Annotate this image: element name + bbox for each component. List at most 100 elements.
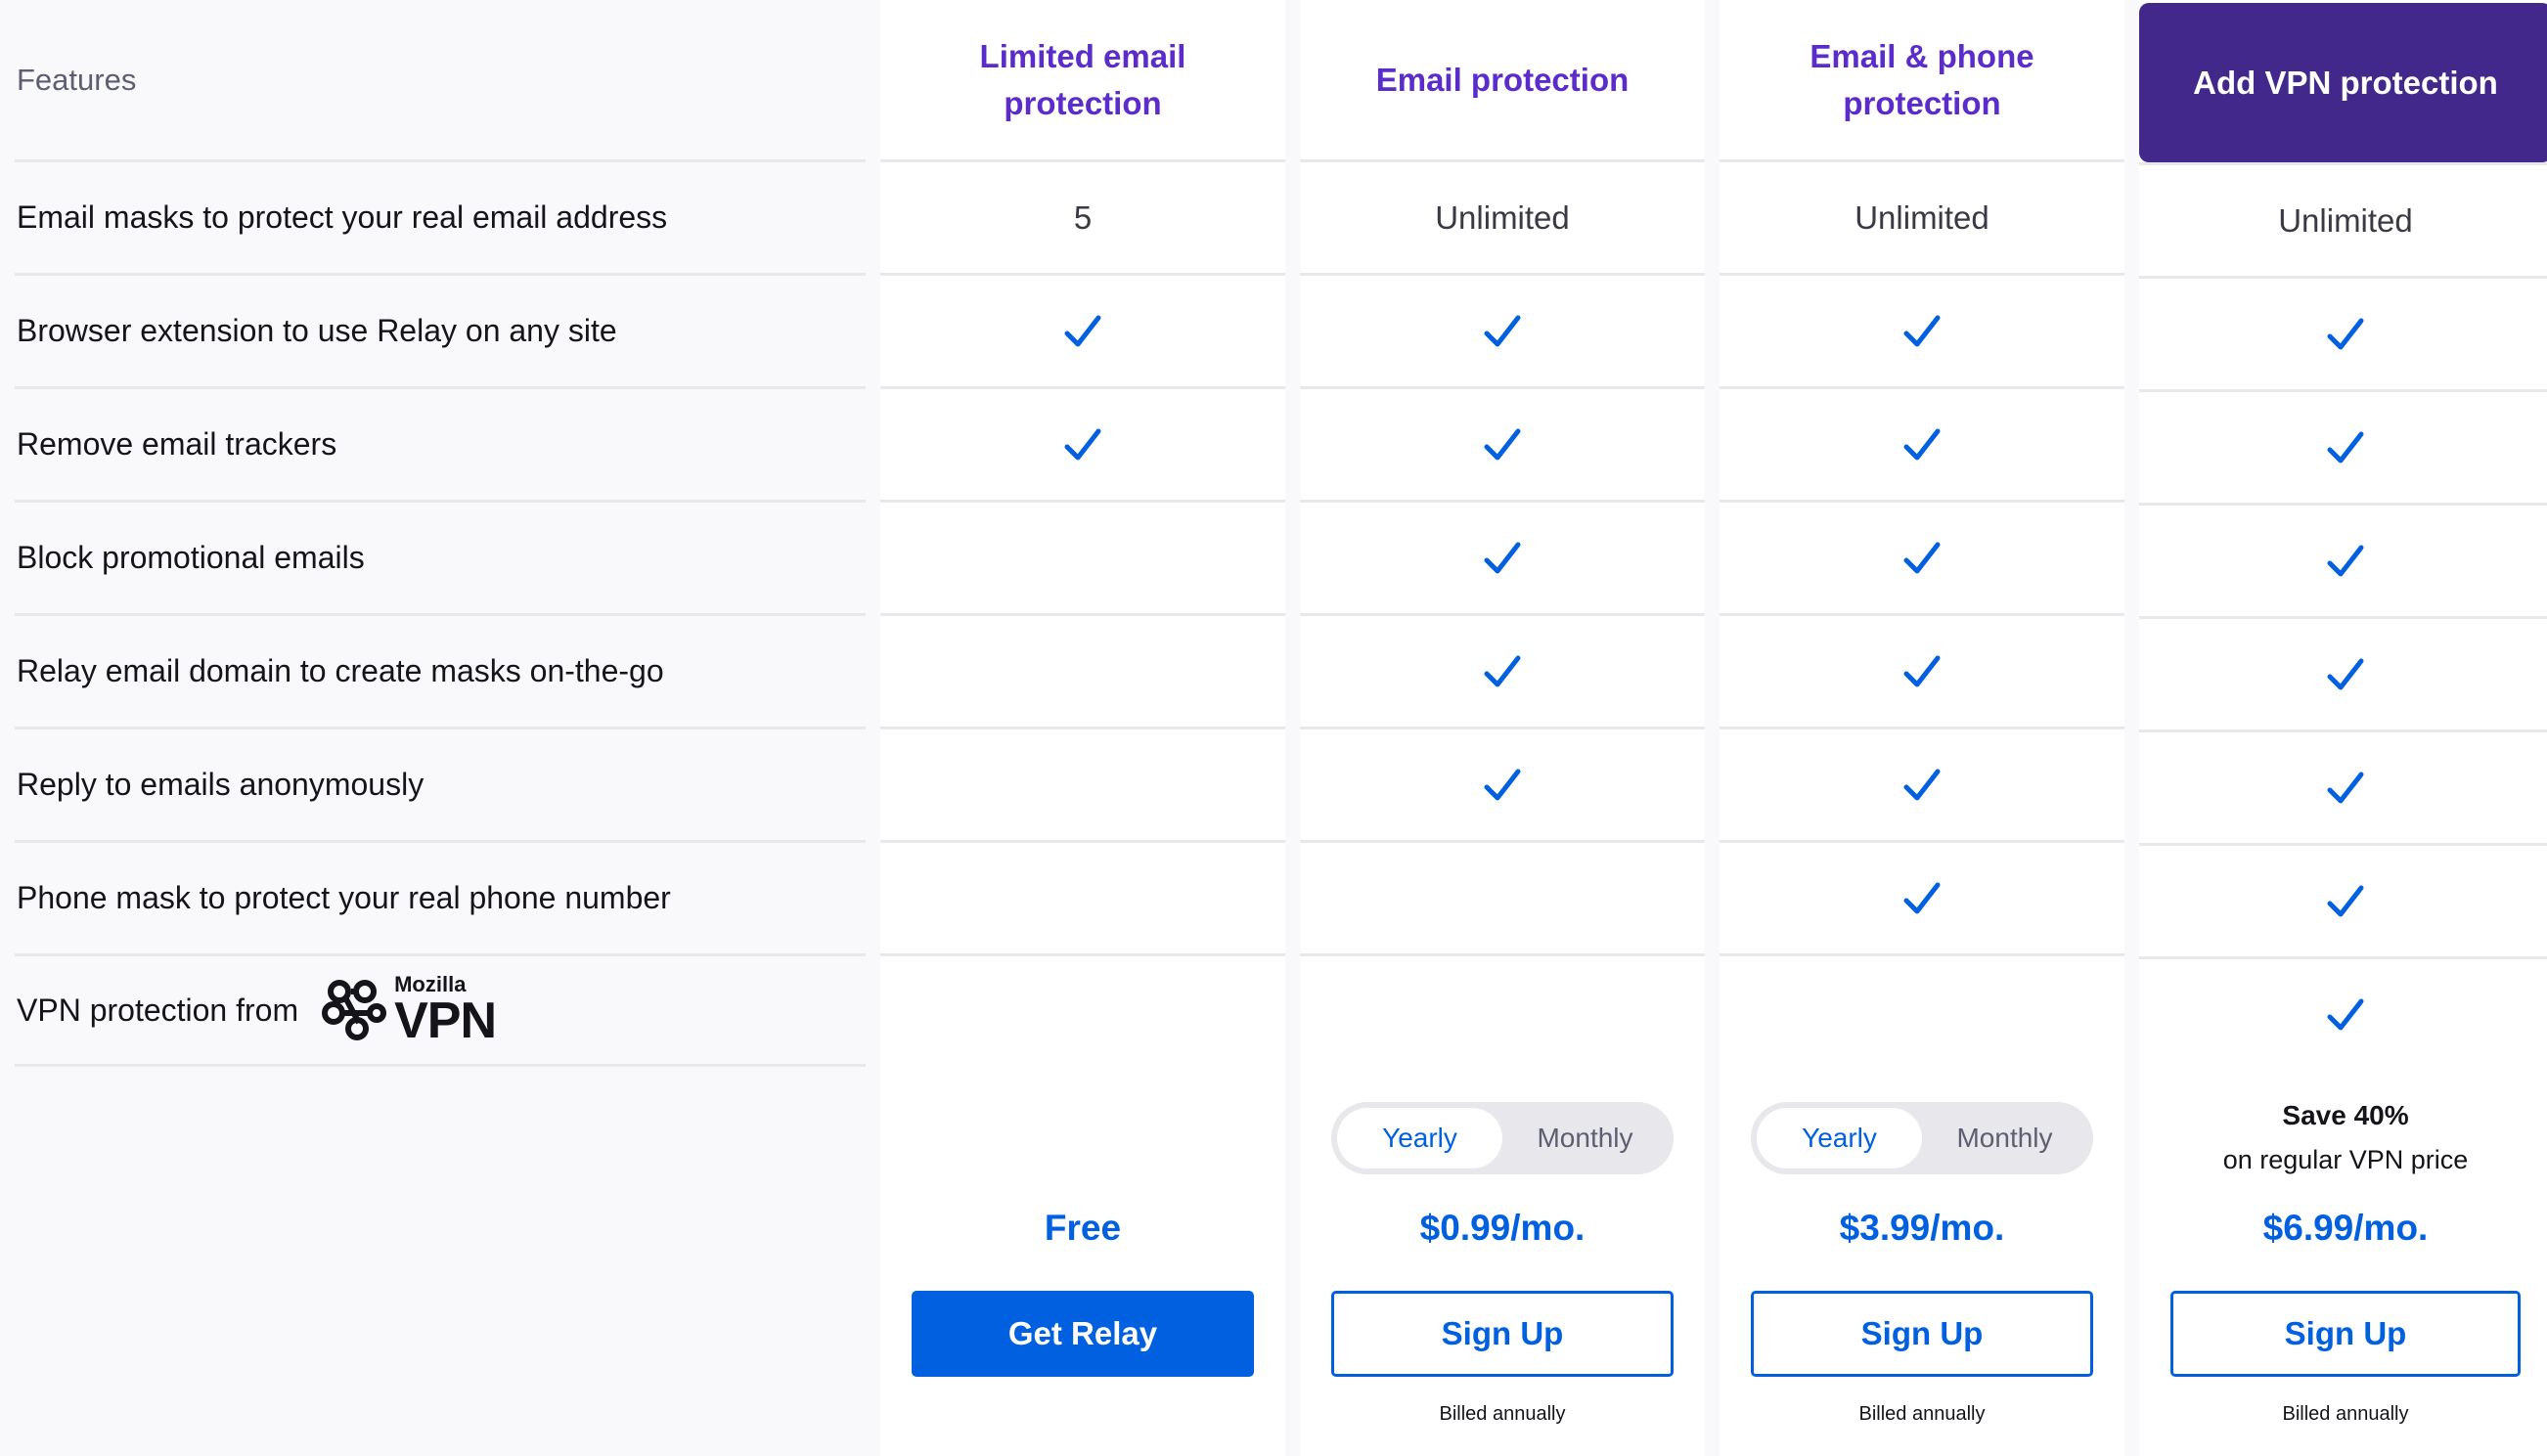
plan-cell — [2139, 276, 2547, 389]
feature-label: Email masks to protect your real email a… — [17, 199, 668, 235]
plan-masks-value: Unlimited — [1720, 159, 2124, 273]
feature-row: Block promotional emails — [15, 500, 866, 613]
vpn-logo-product: VPN — [394, 993, 497, 1049]
sign-up-button[interactable]: Sign Up — [1331, 1291, 1674, 1377]
plan-footer: Free Get Relay — [880, 1071, 1285, 1456]
plan-column-email: Email protection Unlimited Yearly Monthl… — [1300, 0, 1705, 1456]
feature-row: Email masks to protect your real email a… — [15, 159, 866, 273]
billing-note: Billed annually — [1439, 1403, 1566, 1425]
plan-cell — [1720, 613, 2124, 727]
checkmark-icon — [1903, 542, 1941, 573]
plan-price: $0.99/mo. — [1419, 1208, 1586, 1248]
plan-cell — [1300, 386, 1705, 500]
plan-price: $3.99/mo. — [1839, 1208, 2005, 1248]
feature-row: Relay email domain to create masks on-th… — [15, 613, 866, 727]
get-relay-button[interactable]: Get Relay — [912, 1291, 1254, 1377]
checkmark-icon — [1903, 769, 1941, 800]
toggle-monthly[interactable]: Monthly — [1922, 1108, 2087, 1169]
plan-cell — [1300, 500, 1705, 613]
plan-footer: Yearly Monthly $0.99/mo. Sign Up Billed … — [1300, 1071, 1705, 1456]
plan-footer: Yearly Monthly $3.99/mo. Sign Up Billed … — [1720, 1071, 2124, 1456]
checkmark-icon — [1903, 428, 1941, 460]
checkmark-icon — [2327, 658, 2364, 689]
plan-column-free: Limited email protection 5 Free Get Rela… — [880, 0, 1285, 1456]
checkmark-icon — [2327, 431, 2364, 463]
feature-label: Block promotional emails — [17, 540, 365, 575]
checkmark-icon — [1064, 428, 1101, 460]
billing-toggle: Yearly Monthly — [1751, 1102, 2093, 1174]
plan-price: $6.99/mo. — [2262, 1208, 2429, 1248]
plan-title: Email & phone protection — [1810, 37, 2034, 121]
toggle-monthly[interactable]: Monthly — [1502, 1108, 1668, 1169]
billing-note: Billed annually — [2282, 1403, 2409, 1425]
feature-label: Phone mask to protect your real phone nu… — [17, 880, 671, 915]
feature-label: VPN protection from — [17, 992, 299, 1028]
checkmark-icon — [2327, 545, 2364, 576]
feature-label: Reply to emails anonymously — [17, 767, 424, 802]
plan-cell — [880, 500, 1285, 613]
billing-note: Billed annually — [1858, 1403, 1986, 1425]
features-header: Features — [17, 62, 137, 97]
plan-cell — [2139, 729, 2547, 843]
plan-column-vpn: Add VPN protection Unlimited Save 40% on… — [2139, 0, 2547, 1456]
plan-cell — [2139, 843, 2547, 956]
feature-row: Remove email trackers — [15, 386, 866, 500]
toggle-yearly[interactable]: Yearly — [1757, 1108, 1922, 1169]
checkmark-icon — [1903, 882, 1941, 913]
checkmark-icon — [1484, 655, 1521, 686]
save-subtext: on regular VPN price — [2222, 1145, 2469, 1174]
plan-cell — [1300, 840, 1705, 953]
plan-price: Free — [1044, 1208, 1122, 1248]
plan-title: Email protection — [1375, 61, 1630, 98]
plan-cell — [1720, 386, 2124, 500]
plan-cell — [880, 613, 1285, 727]
plan-cell — [880, 840, 1285, 953]
billing-toggle: Yearly Monthly — [1331, 1102, 1674, 1174]
feature-label: Remove email trackers — [17, 426, 337, 462]
checkmark-icon — [1484, 428, 1521, 460]
plan-cell — [1300, 273, 1705, 386]
checkmark-icon — [1484, 315, 1521, 346]
checkmark-icon — [2327, 772, 2364, 803]
mozilla-vpn-logo: Mozilla VPN — [322, 974, 497, 1049]
plan-cell — [1720, 727, 2124, 840]
feature-row: Reply to emails anonymously — [15, 727, 866, 840]
checkmark-icon — [1484, 769, 1521, 800]
vpn-logo-icon — [322, 980, 387, 1040]
sign-up-button[interactable]: Sign Up — [2170, 1291, 2521, 1377]
plan-cell — [1300, 727, 1705, 840]
checkmark-icon — [1484, 542, 1521, 573]
plan-cell — [1720, 500, 2124, 613]
plan-column-email-phone: Email & phone protection Unlimited Yearl… — [1720, 0, 2124, 1456]
feature-row: Phone mask to protect your real phone nu… — [15, 840, 866, 953]
plan-cell — [2139, 389, 2547, 503]
plan-masks-value: Unlimited — [2139, 162, 2547, 276]
plan-masks-value: 5 — [880, 159, 1285, 273]
plan-cell — [880, 727, 1285, 840]
plan-footer: Save 40% on regular VPN price $6.99/mo. … — [2139, 1071, 2547, 1456]
feature-label: Relay email domain to create masks on-th… — [17, 653, 664, 688]
plan-cell — [1720, 840, 2124, 953]
checkmark-icon — [1903, 655, 1941, 686]
plan-cell — [880, 273, 1285, 386]
save-badge: Save 40% — [2282, 1100, 2409, 1130]
plan-masks-value: Unlimited — [1300, 159, 1705, 273]
checkmark-icon — [2327, 885, 2364, 916]
checkmark-icon — [2327, 998, 2364, 1030]
plan-title: Add VPN protection — [2139, 3, 2547, 162]
features-column: Features Email masks to protect your rea… — [15, 0, 866, 1456]
checkmark-icon — [1064, 315, 1101, 346]
feature-label: Browser extension to use Relay on any si… — [17, 313, 617, 348]
plan-cell — [1720, 953, 2124, 1067]
plan-cell — [2139, 616, 2547, 729]
plan-cell — [880, 386, 1285, 500]
checkmark-icon — [1903, 315, 1941, 346]
plan-cell — [2139, 503, 2547, 616]
toggle-yearly[interactable]: Yearly — [1337, 1108, 1502, 1169]
plan-cell — [1300, 613, 1705, 727]
checkmark-icon — [2327, 318, 2364, 349]
plan-title: Limited email protection — [979, 37, 1186, 121]
plan-cell — [2139, 956, 2547, 1070]
sign-up-button[interactable]: Sign Up — [1751, 1291, 2093, 1377]
plan-cell — [1720, 273, 2124, 386]
